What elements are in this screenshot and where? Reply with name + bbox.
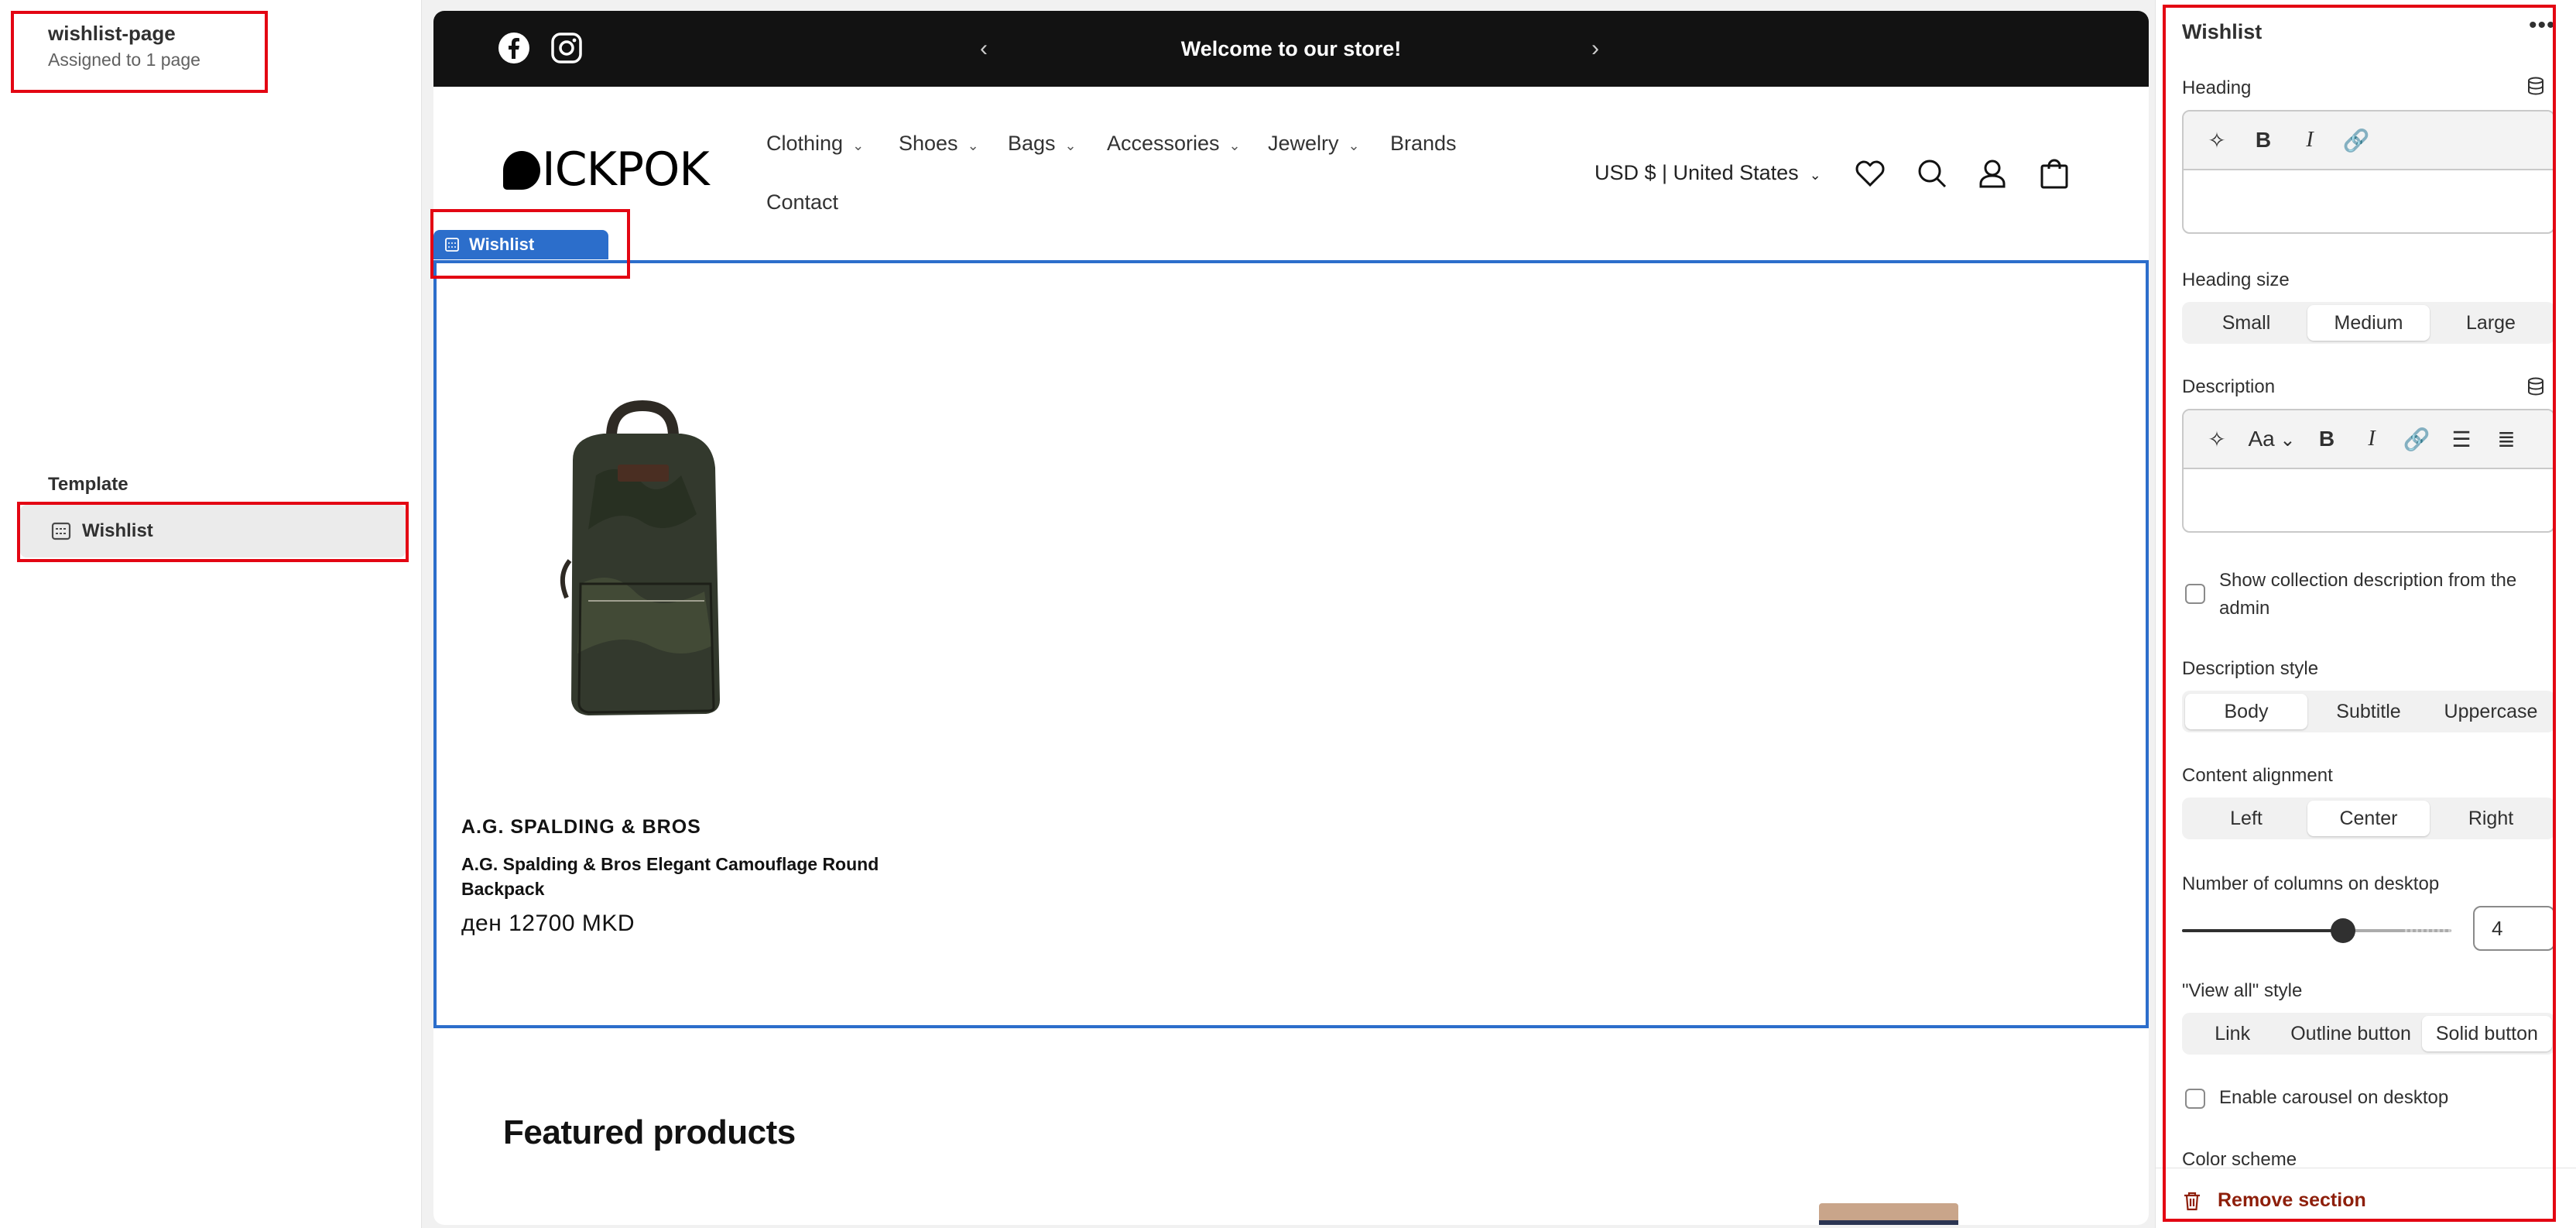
chevron-down-icon: ⌄ [1809,167,1821,183]
account-icon[interactable] [1975,156,2009,190]
announcement-bar: Welcome to our store! ‹ › [433,11,2149,87]
nav-jewelry[interactable]: Jewelry ⌄ [1268,132,1360,156]
cart-icon[interactable] [2037,156,2071,190]
nav-label: Shoes [899,132,958,155]
template-sidebar: wishlist-page Assigned to 1 page Templat… [0,0,422,1228]
nav-accessories[interactable]: Accessories ⌄ [1107,132,1241,156]
featured-product-image[interactable] [1819,1203,1958,1225]
logo-text: ICKPOK [542,142,710,197]
nav-bags[interactable]: Bags ⌄ [1008,132,1077,156]
chevron-down-icon: ⌄ [852,138,865,153]
currency-selector[interactable]: USD $ | United States ⌄ [1595,161,1821,185]
store-preview: Welcome to our store! ‹ › ICKPOK Clothin… [433,11,2149,1225]
nav-shoes[interactable]: Shoes ⌄ [899,132,979,156]
featured-products-heading: Featured products [503,1113,796,1151]
logo-mark [503,151,540,190]
currency-label: USD $ | United States [1595,161,1799,184]
chevron-down-icon: ⌄ [1064,138,1077,153]
store-logo[interactable]: ICKPOK [503,142,710,197]
chevron-right-icon[interactable]: › [1591,11,1599,87]
search-icon[interactable] [1915,156,1949,190]
announcement-text: Welcome to our store! [1180,37,1402,60]
nav-label: Clothing [766,132,844,155]
nav-contact[interactable]: Contact [766,190,838,214]
product-title[interactable]: A.G. Spalding & Bros Elegant Camouflage … [461,852,879,901]
nav-label: Jewelry [1268,132,1339,155]
chevron-down-icon: ⌄ [967,138,979,153]
chevron-left-icon[interactable]: ‹ [980,11,988,87]
highlight-box [430,209,630,279]
chevron-down-icon: ⌄ [1348,138,1360,153]
nav-label: Brands [1390,132,1457,155]
product-vendor: A.G. SPALDING & BROS [461,816,701,838]
template-assigned: Assigned to 1 page [48,50,200,70]
highlight-box [2163,5,2556,1222]
chevron-down-icon: ⌄ [1228,138,1241,153]
nav-label: Accessories [1107,132,1220,155]
template-heading: Template [48,474,128,495]
nav-clothing[interactable]: Clothing ⌄ [766,132,864,156]
nav-label: Contact [766,190,839,214]
nav-label: Bags [1008,132,1056,155]
nav-brands[interactable]: Brands [1390,132,1457,156]
heart-icon[interactable] [1853,156,1887,190]
product-image[interactable] [526,390,759,731]
template-name: wishlist-page [48,22,176,45]
product-price: ден 12700 MKD [461,911,635,936]
highlight-box [17,502,409,562]
